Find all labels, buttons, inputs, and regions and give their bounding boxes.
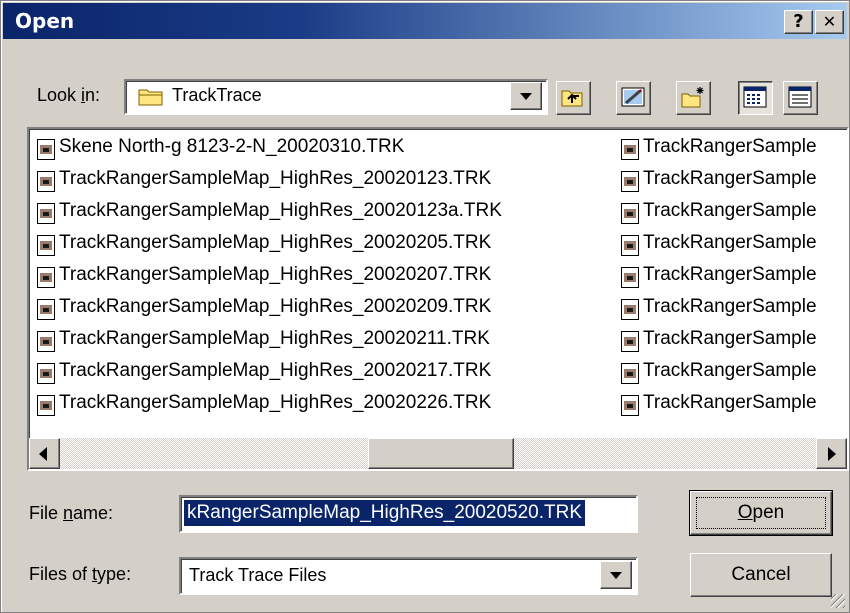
file-item-name: TrackRangerSampleMap_HighRes_20020209.TR… — [59, 296, 492, 317]
new-folder-icon — [680, 85, 706, 114]
open-button[interactable]: Open — [689, 490, 833, 536]
file-list[interactable]: Skene North-g 8123-2-N_20020310.TRK Track… — [27, 127, 849, 471]
track-file-icon — [37, 203, 55, 224]
file-item-name: TrackRangerSample — [643, 264, 817, 285]
file-item-name: TrackRangerSampleMap_HighRes_20020205.TR… — [59, 232, 492, 253]
new-folder-button[interactable] — [676, 81, 711, 115]
track-file-icon — [621, 267, 639, 288]
help-button[interactable]: ? — [784, 10, 813, 34]
file-item-name: TrackRangerSampleMap_HighRes_20020207.TR… — [59, 264, 492, 285]
track-file-icon — [37, 395, 55, 416]
files-of-type-value: Track Trace Files — [189, 565, 327, 585]
file-item-name: TrackRangerSample — [643, 392, 817, 413]
resize-grip[interactable] — [831, 594, 845, 608]
track-file-icon — [37, 235, 55, 256]
track-file-icon — [621, 203, 639, 224]
files-of-type-dropdown-button[interactable] — [600, 561, 632, 589]
track-file-icon — [37, 171, 55, 192]
files-of-type-combo[interactable]: Track Trace Files — [179, 557, 638, 595]
arrow-left-icon — [39, 447, 47, 461]
file-item-name: TrackRangerSampleMap_HighRes_20020211.TR… — [59, 328, 490, 349]
track-file-icon — [37, 299, 55, 320]
file-item-name: TrackRangerSampleMap_HighRes_20020226.TR… — [59, 392, 492, 413]
track-file-icon — [37, 139, 55, 160]
folder-icon — [138, 87, 164, 106]
track-file-icon — [621, 299, 639, 320]
file-item-name: TrackRangerSample — [643, 328, 817, 349]
close-button[interactable]: ✕ — [815, 10, 844, 34]
chevron-down-icon — [520, 93, 532, 100]
track-file-icon — [621, 395, 639, 416]
file-item-name: TrackRangerSample — [643, 232, 817, 253]
track-file-icon — [621, 235, 639, 256]
list-view-icon — [743, 86, 767, 113]
title-bar[interactable]: Open ? ✕ — [3, 3, 847, 39]
look-in-value: TrackTrace — [172, 85, 262, 105]
list-view-button[interactable] — [738, 81, 773, 115]
chevron-down-icon — [610, 572, 622, 579]
horizontal-scrollbar[interactable] — [29, 438, 847, 469]
file-item-name: TrackRangerSampleMap_HighRes_20020217.TR… — [59, 360, 492, 381]
file-item-name: TrackRangerSampleMap_HighRes_20020123a.T… — [59, 200, 502, 221]
track-file-icon — [621, 139, 639, 160]
look-in-dropdown-button[interactable] — [510, 82, 542, 110]
arrow-right-icon — [828, 447, 836, 461]
file-item-name: TrackRangerSample — [643, 168, 817, 189]
track-file-icon — [37, 331, 55, 352]
up-one-level-button[interactable] — [556, 81, 591, 115]
track-file-icon — [37, 363, 55, 384]
track-file-icon — [621, 331, 639, 352]
look-in-label: Look in: — [37, 85, 101, 105]
scroll-left-button[interactable] — [29, 438, 60, 469]
desktop-icon — [620, 85, 646, 114]
up-one-level-icon — [560, 85, 586, 114]
details-view-icon — [788, 86, 812, 113]
cancel-button[interactable]: Cancel — [690, 553, 832, 597]
file-item-name: TrackRangerSampleMap_HighRes_20020123.TR… — [59, 168, 492, 189]
open-dialog: Open ? ✕ Look in: TrackTrace Skene North… — [0, 0, 850, 613]
scroll-right-button[interactable] — [816, 438, 847, 469]
file-item-name: TrackRangerSample — [643, 296, 817, 317]
file-name-input[interactable]: kRangerSampleMap_HighRes_20020520.TRK — [179, 495, 638, 533]
desktop-button[interactable] — [616, 81, 651, 115]
file-item-name: TrackRangerSample — [643, 360, 817, 381]
file-item-name: TrackRangerSample — [643, 200, 817, 221]
details-view-button[interactable] — [783, 81, 818, 115]
track-file-icon — [37, 267, 55, 288]
look-in-combo[interactable]: TrackTrace — [124, 79, 548, 115]
file-item-name: TrackRangerSample — [643, 136, 817, 157]
dialog-title: Open — [15, 9, 75, 33]
track-file-icon — [621, 171, 639, 192]
file-name-value: kRangerSampleMap_HighRes_20020520.TRK — [184, 500, 586, 526]
file-item-name: Skene North-g 8123-2-N_20020310.TRK — [59, 136, 405, 157]
scroll-thumb[interactable] — [368, 438, 514, 469]
track-file-icon — [621, 363, 639, 384]
files-of-type-label: Files of type: — [29, 564, 132, 584]
file-name-label: File name: — [29, 503, 114, 523]
